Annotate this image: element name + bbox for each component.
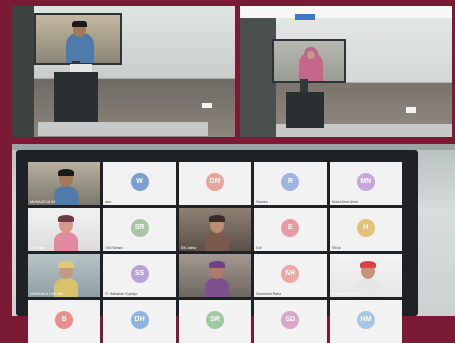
participant-tile: SD [254, 300, 327, 343]
participant-tile: SS S. Sabariah Supriyo [103, 254, 176, 297]
participant-name: NORAJIDA CHE MA [30, 292, 63, 296]
participant-name: Romeo [256, 200, 268, 204]
participant-tile: Wann [103, 162, 176, 205]
participant-video-hair [359, 261, 376, 268]
participant-video-hair [208, 215, 225, 222]
participant-video-hair [58, 215, 74, 222]
participant-tile: NORAJIDA CHE MA [28, 254, 101, 297]
participant-tile: DH [103, 300, 176, 343]
participant-tile: B [28, 300, 101, 343]
participant-tile: HM [329, 300, 402, 343]
participant-tile [178, 254, 252, 297]
participant-avatar: HM [356, 311, 375, 329]
photo-room-left [12, 6, 235, 137]
participant-avatar: SS [130, 265, 149, 283]
participant-tile: SR [178, 300, 252, 343]
participant-tile: NORHAFZA AMIR [329, 254, 402, 297]
participant-name: ann [105, 200, 112, 204]
participant-name: Siti Jaliha [180, 246, 197, 250]
participant-avatar: MN [356, 173, 375, 191]
participant-avatar: DM [205, 173, 224, 191]
participant-avatar: DH [130, 311, 149, 329]
participant-tile: Siti Hajar [28, 208, 101, 251]
participant-name: Siti ai [331, 246, 341, 250]
monitor-left [34, 13, 122, 65]
participant-tile: Siti Jaliha [178, 208, 252, 251]
participant-avatar: NR [281, 265, 300, 283]
monitor-right [272, 39, 346, 83]
participant-tile: MN Muhd Amir Amin [329, 162, 402, 205]
photo-room-right [240, 6, 452, 137]
participant-video-body [54, 186, 78, 205]
participant-name: NORHAFZA AMIR [331, 292, 361, 296]
participant-avatar: SD [281, 311, 300, 329]
participant-tile: H Siti ai [329, 208, 402, 251]
participant-avatar: SR [205, 311, 224, 329]
participant-video-body [54, 232, 78, 251]
participant-tile: E Edi [254, 208, 327, 251]
participant-name: Noorniela Raha [256, 292, 282, 296]
participant-video-hair [208, 261, 225, 268]
participant-avatar: R [281, 173, 300, 191]
participant-name: Siti Hajar [30, 246, 45, 250]
participant-name: Edi [256, 246, 262, 250]
participant-video-body [204, 278, 229, 297]
participant-avatar: W [130, 173, 149, 191]
tv-display: MUHAJIR ALIM Wann DM R Romeo MN Muhd Amir Amin… [16, 150, 418, 343]
participant-avatar: E [281, 219, 300, 237]
participant-tile: NR Noorniela Raha [254, 254, 327, 297]
participant-avatar: H [356, 219, 375, 237]
participant-tile: SR Siti Rohani [103, 208, 176, 251]
participant-avatar: B [55, 311, 74, 329]
participant-name: S. Sabariah Supriyo [105, 292, 138, 296]
participant-video-hair [58, 261, 74, 268]
participant-name: MUHAJIR ALIM [30, 200, 56, 204]
participant-tile: R Romeo [254, 162, 327, 205]
participant-video-hair [58, 169, 74, 176]
participant-video-body [204, 232, 229, 251]
participant-tile: DM [178, 162, 252, 205]
participant-tile: MUHAJIR ALIM [28, 162, 101, 205]
participant-name: Siti Rohani [105, 246, 123, 250]
participant-avatar: SR [130, 219, 149, 237]
participant-name: Muhd Amir Amin [331, 200, 358, 204]
photo-collage: MUHAJIR ALIM Wann DM R Romeo MN Muhd Amir Amin… [0, 0, 455, 343]
